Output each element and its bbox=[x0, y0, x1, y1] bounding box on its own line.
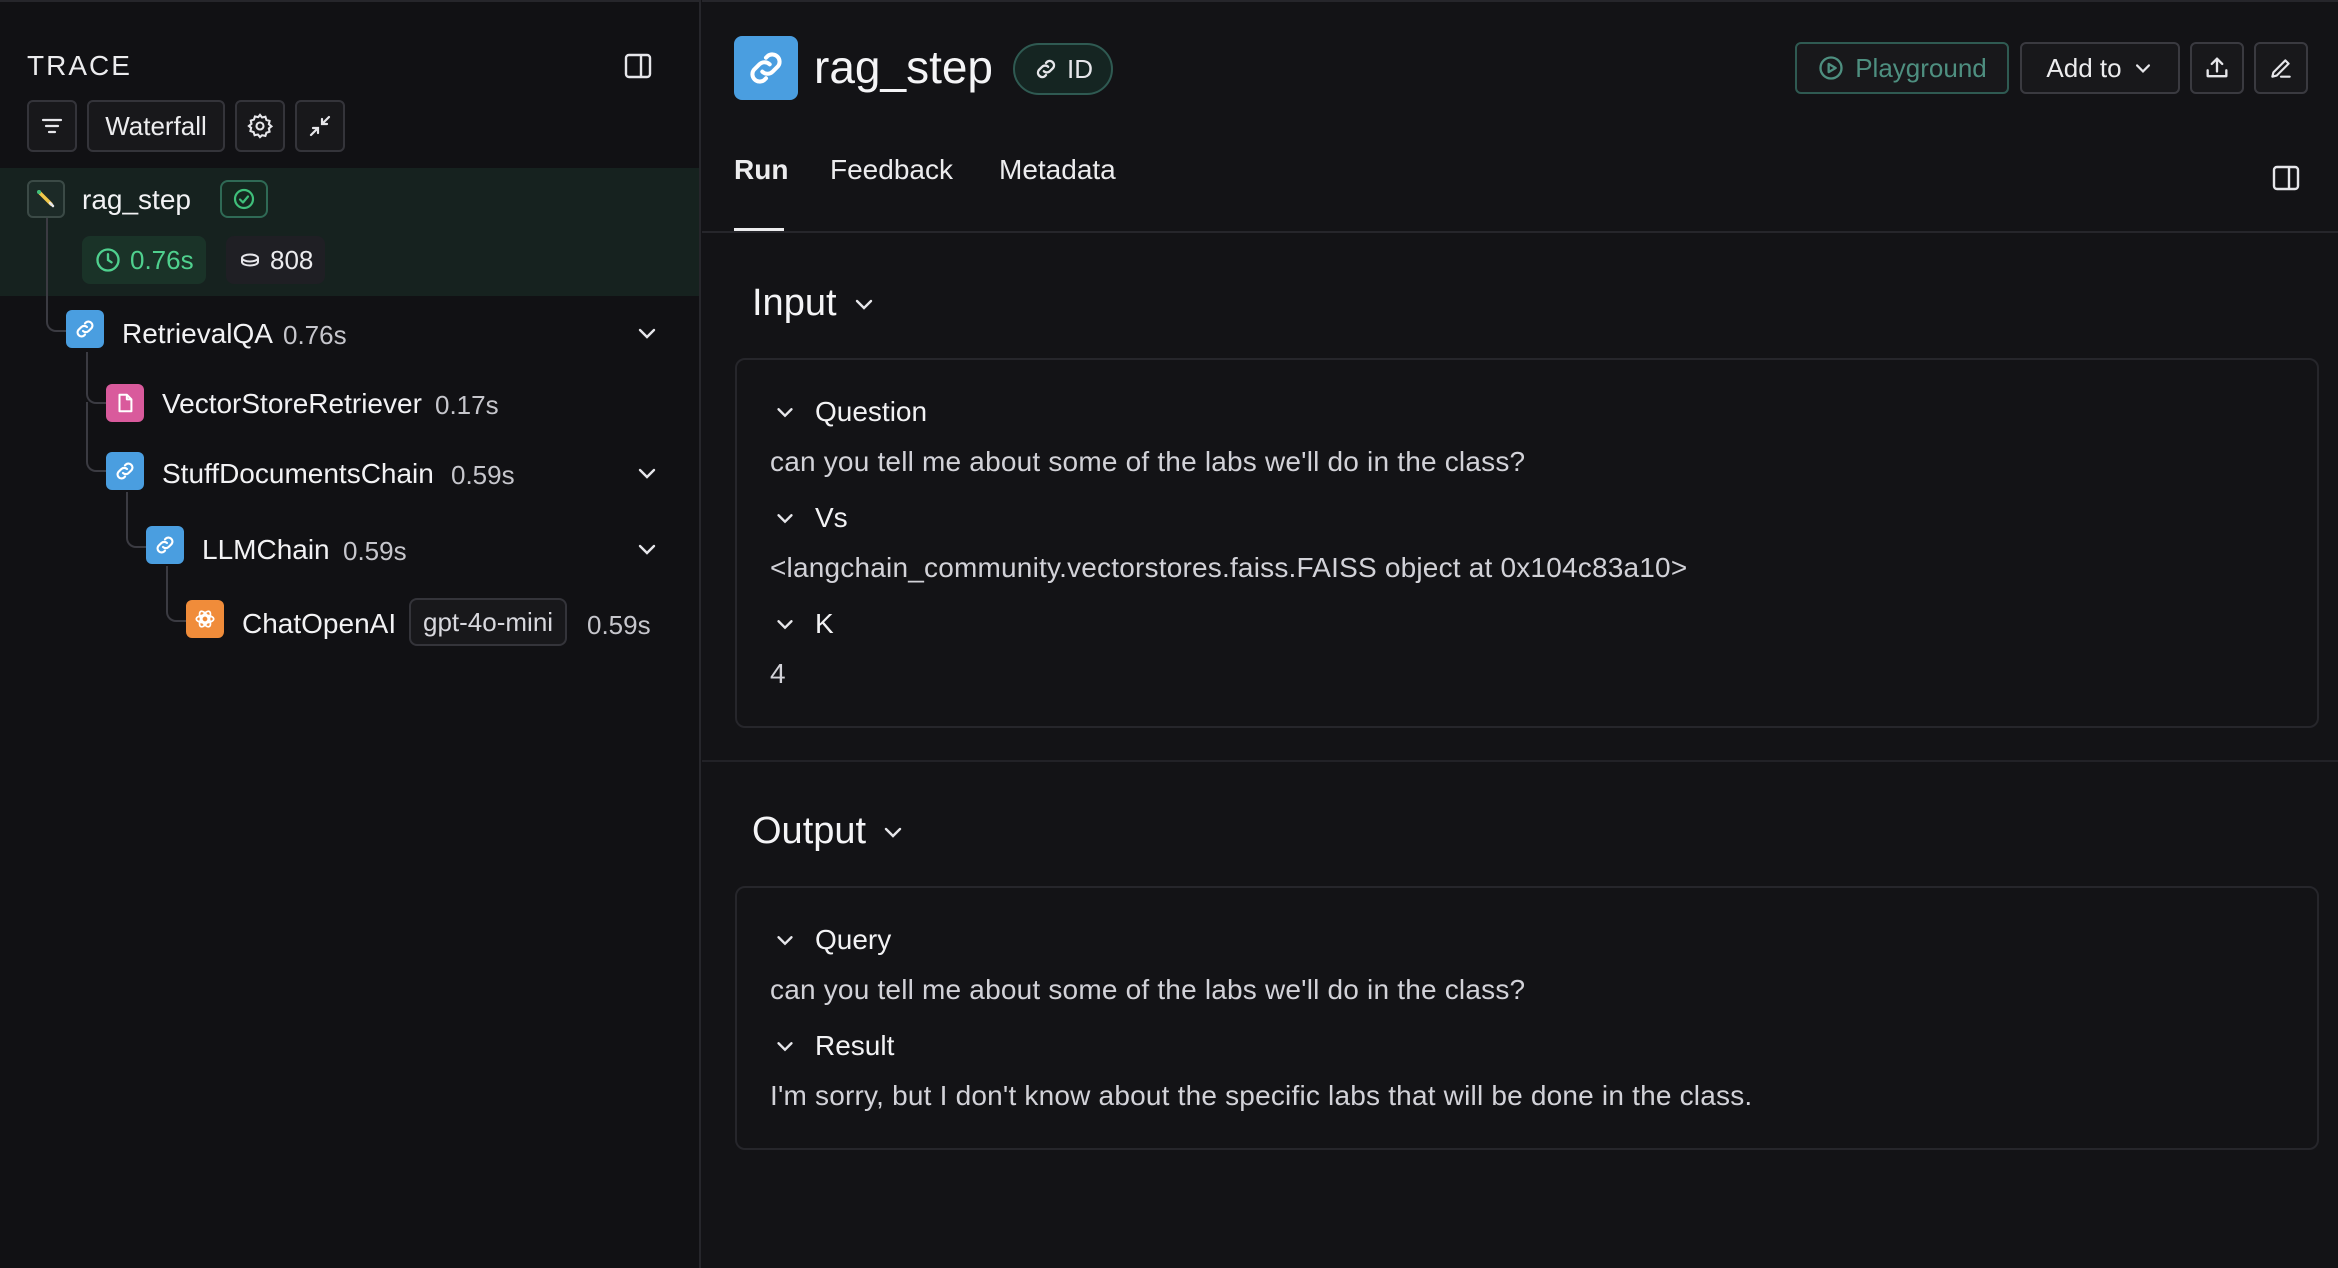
tree-connector bbox=[86, 402, 106, 472]
chevron-down-icon bbox=[777, 620, 793, 630]
pen-icon bbox=[27, 180, 65, 218]
settings-button[interactable] bbox=[235, 100, 285, 152]
filter-icon bbox=[41, 118, 63, 134]
token-value: 808 bbox=[270, 244, 314, 275]
input-card: Question can you tell me about some of t… bbox=[735, 358, 2319, 728]
link-icon bbox=[1036, 59, 1056, 79]
node-time: 0.59s bbox=[451, 460, 515, 490]
coins-icon bbox=[241, 253, 259, 267]
field-value-question: can you tell me about some of the labs w… bbox=[770, 446, 1526, 477]
trace-node-stuffdocumentschain[interactable]: StuffDocumentsChain bbox=[162, 458, 434, 490]
token-badge: 808 bbox=[226, 236, 326, 284]
toggle-sidebar-icon[interactable] bbox=[2270, 162, 2302, 194]
section-divider bbox=[702, 760, 2338, 762]
tab-metadata[interactable]: Metadata bbox=[999, 154, 1116, 186]
tab-run[interactable]: Run bbox=[734, 154, 788, 186]
link-icon bbox=[106, 452, 144, 490]
link-icon bbox=[734, 36, 798, 100]
input-section-toggle[interactable]: Input bbox=[752, 282, 877, 325]
field-key-k: K bbox=[815, 608, 834, 639]
model-name: gpt-4o-mini bbox=[423, 606, 554, 637]
field-toggle-result[interactable]: Result bbox=[773, 1030, 894, 1062]
output-section-toggle[interactable]: Output bbox=[752, 810, 906, 853]
trace-root-label[interactable]: rag_step bbox=[82, 184, 191, 216]
playground-button[interactable]: Playground bbox=[1795, 42, 2009, 94]
collapse-panel-icon[interactable] bbox=[622, 50, 654, 82]
edit-button[interactable] bbox=[2254, 42, 2308, 94]
chevron-down-icon bbox=[855, 299, 872, 310]
field-toggle-question[interactable]: Question bbox=[773, 396, 927, 428]
document-icon bbox=[106, 384, 144, 422]
status-badge bbox=[220, 180, 268, 218]
link-icon bbox=[66, 310, 104, 348]
trace-node-llmchain[interactable]: LLMChain bbox=[202, 534, 330, 566]
field-key-query: Query bbox=[815, 924, 892, 955]
trace-panel: TRACE Waterfall rag_step 0.76s 808 Retri… bbox=[0, 0, 701, 1268]
field-key-vs: Vs bbox=[815, 502, 848, 533]
model-badge: gpt-4o-mini bbox=[409, 598, 568, 646]
playground-label: Playground bbox=[1855, 52, 1987, 83]
trace-node-chatopenai[interactable]: ChatOpenAI bbox=[242, 608, 396, 640]
field-toggle-vs[interactable]: Vs bbox=[773, 502, 848, 534]
chevron-down-icon bbox=[884, 827, 902, 838]
gear-icon bbox=[247, 113, 274, 139]
field-toggle-k[interactable]: K bbox=[773, 608, 834, 640]
tab-divider bbox=[702, 231, 2338, 233]
field-value-vs: <langchain_community.vectorstores.faiss.… bbox=[770, 552, 1688, 583]
chevron-down-icon bbox=[777, 1042, 793, 1052]
field-toggle-query[interactable]: Query bbox=[773, 924, 891, 956]
tab-feedback[interactable]: Feedback bbox=[830, 154, 953, 186]
node-time: 0.59s bbox=[587, 610, 651, 640]
id-label: ID bbox=[1067, 53, 1093, 84]
output-title: Output bbox=[752, 810, 867, 852]
trace-node-vectorstoreretriever[interactable]: VectorStoreRetriever bbox=[162, 388, 422, 420]
chevron-down-icon bbox=[777, 514, 793, 524]
check-circle-icon bbox=[233, 188, 255, 210]
output-card: Query can you tell me about some of the … bbox=[735, 886, 2319, 1150]
filter-button[interactable] bbox=[27, 100, 77, 152]
link-icon bbox=[146, 526, 184, 564]
collapse-all-button[interactable] bbox=[295, 100, 345, 152]
minimize-icon bbox=[309, 115, 331, 137]
clock-icon bbox=[96, 248, 120, 272]
chevron-down-icon[interactable] bbox=[634, 460, 660, 486]
tree-connector bbox=[46, 218, 66, 332]
tree-connector bbox=[86, 352, 106, 404]
tree-connector bbox=[126, 492, 146, 548]
copy-id-button[interactable]: ID bbox=[1013, 43, 1113, 95]
run-detail-panel: rag_step ID Playground Add to Run Feedba… bbox=[702, 0, 2338, 1268]
play-circle-icon bbox=[1819, 56, 1843, 80]
chevron-down-icon[interactable] bbox=[634, 320, 660, 346]
trace-title: TRACE bbox=[27, 50, 132, 81]
field-value-result: I'm sorry, but I don't know about the sp… bbox=[770, 1080, 1753, 1111]
add-to-button[interactable]: Add to bbox=[2020, 42, 2180, 94]
latency-value: 0.76s bbox=[130, 244, 194, 275]
pencil-icon bbox=[2271, 59, 2291, 78]
chevron-down-icon bbox=[777, 408, 793, 418]
latency-badge: 0.76s bbox=[82, 236, 206, 284]
chevron-down-icon bbox=[2135, 64, 2150, 73]
trace-node-retrievalqa[interactable]: RetrievalQA bbox=[122, 318, 273, 350]
node-time: 0.17s bbox=[435, 390, 499, 420]
share-button[interactable] bbox=[2190, 42, 2244, 94]
field-value-k: 4 bbox=[770, 658, 786, 689]
field-key-question: Question bbox=[815, 396, 928, 427]
openai-icon bbox=[186, 600, 224, 638]
field-value-query: can you tell me about some of the labs w… bbox=[770, 974, 1526, 1005]
chevron-down-icon bbox=[777, 936, 793, 946]
tree-connector bbox=[166, 566, 186, 622]
page-title: rag_step bbox=[814, 41, 994, 93]
waterfall-button[interactable]: Waterfall bbox=[87, 100, 225, 152]
node-time: 0.76s bbox=[283, 320, 347, 350]
chevron-down-icon[interactable] bbox=[634, 536, 660, 562]
upload-icon bbox=[2206, 57, 2228, 78]
add-to-label: Add to bbox=[2046, 52, 2122, 83]
field-key-result: Result bbox=[815, 1030, 895, 1061]
node-time: 0.59s bbox=[343, 536, 407, 566]
input-title: Input bbox=[752, 282, 837, 324]
